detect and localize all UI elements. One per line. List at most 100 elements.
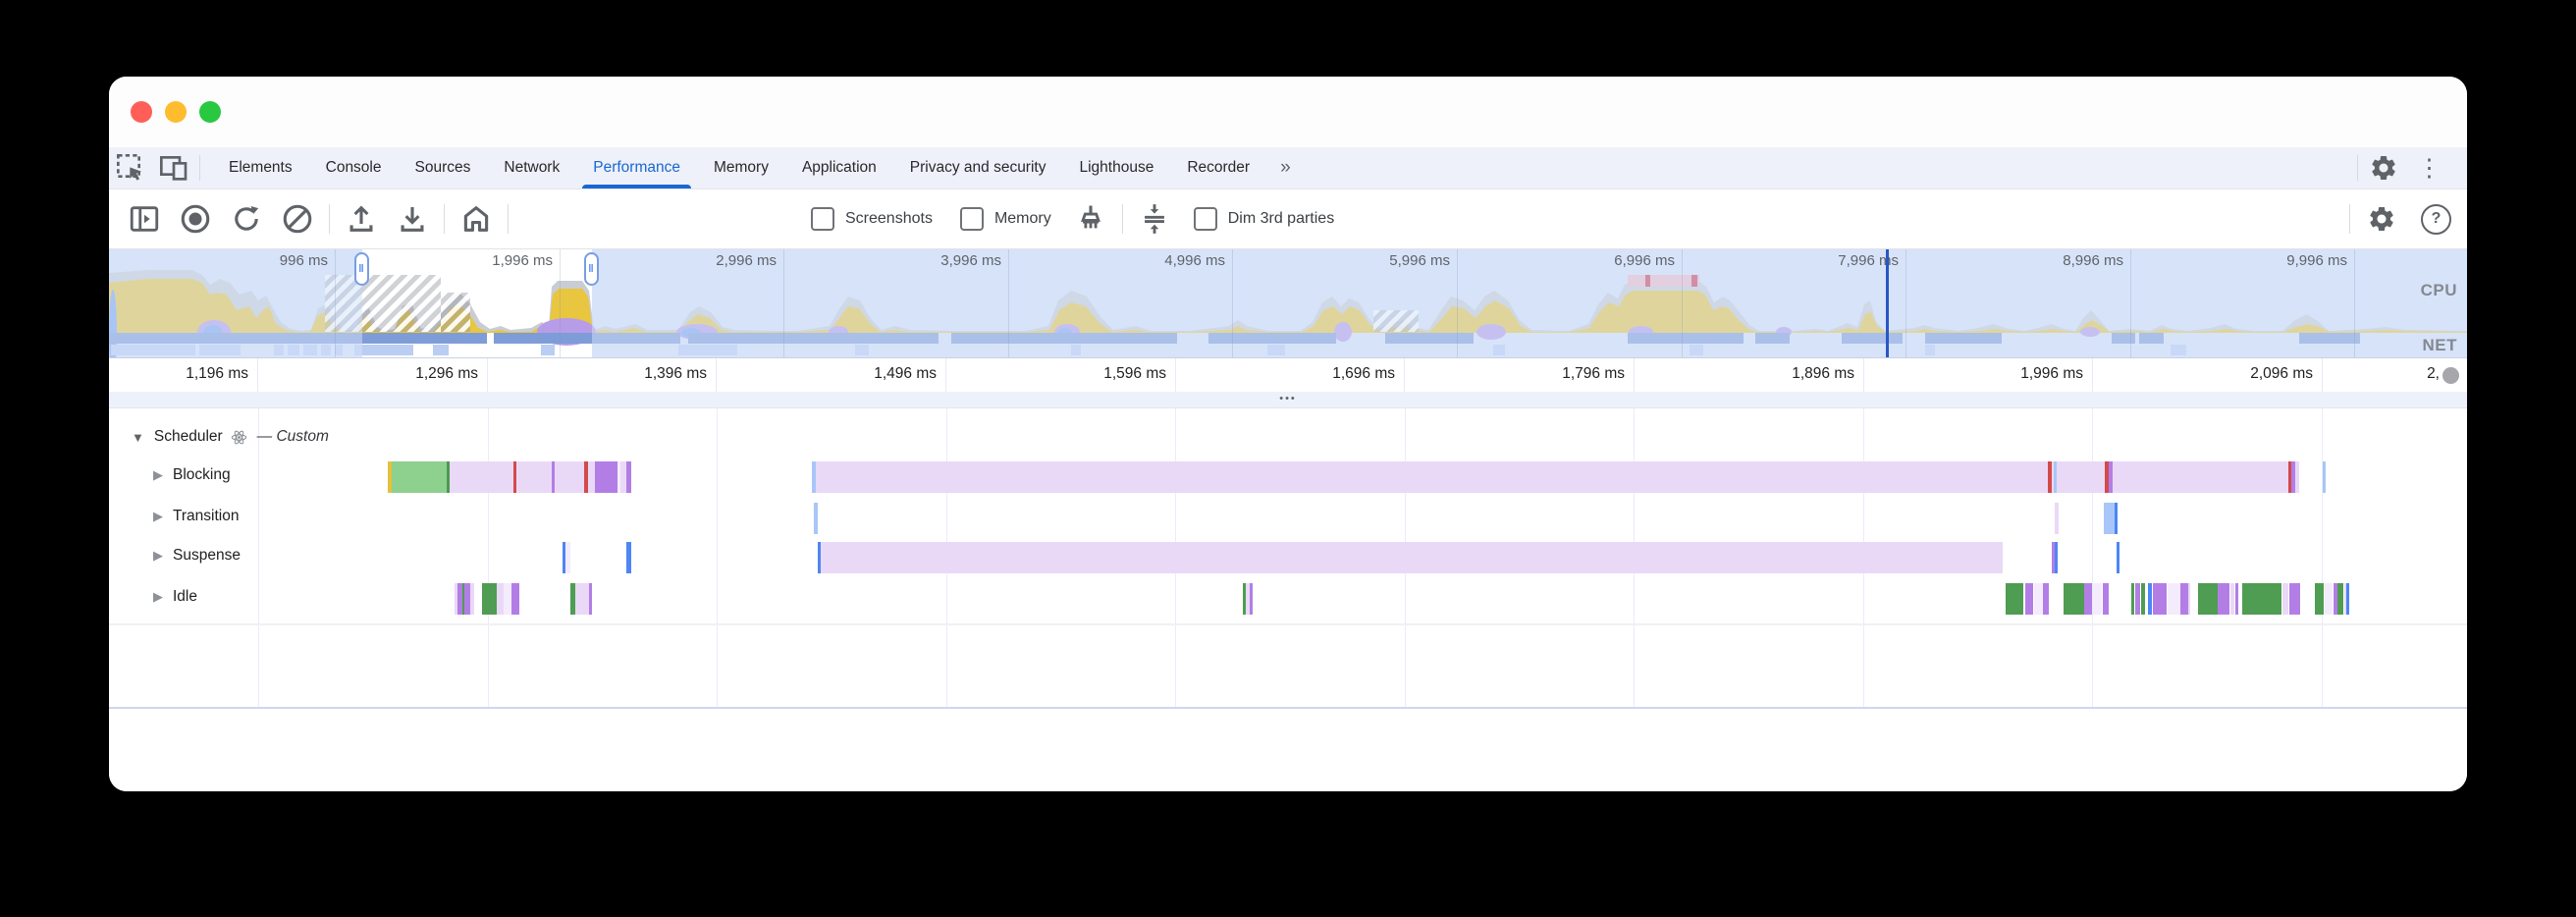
expand-triangle-icon[interactable]: ▶ bbox=[153, 509, 163, 524]
flame-bar[interactable] bbox=[2135, 583, 2140, 615]
collapse-tracks-icon[interactable] bbox=[1129, 195, 1180, 243]
flame-bar[interactable] bbox=[589, 583, 592, 615]
record-icon[interactable] bbox=[170, 195, 221, 243]
close-window-button[interactable] bbox=[131, 101, 152, 123]
tab-lighthouse[interactable]: Lighthouse bbox=[1062, 147, 1170, 189]
tab-performance[interactable]: Performance bbox=[576, 147, 697, 189]
flame-bar[interactable] bbox=[2323, 461, 2326, 493]
minimize-window-button[interactable] bbox=[165, 101, 187, 123]
flame-bar[interactable] bbox=[2103, 583, 2109, 615]
flame-bar[interactable] bbox=[2235, 583, 2238, 615]
device-toolbar-icon[interactable] bbox=[152, 148, 195, 188]
flame-bar[interactable] bbox=[2084, 583, 2092, 615]
flame-bar[interactable] bbox=[2148, 583, 2152, 615]
dim-3rd-parties-checkbox[interactable]: Dim 3rd parties bbox=[1194, 207, 1334, 231]
flame-bar[interactable] bbox=[504, 583, 511, 615]
tab-memory[interactable]: Memory bbox=[697, 147, 785, 189]
flame-bar[interactable] bbox=[2337, 583, 2343, 615]
live-metrics-home-icon[interactable] bbox=[451, 195, 502, 243]
playhead-marker[interactable] bbox=[1886, 249, 1889, 357]
inspect-element-icon[interactable] bbox=[109, 148, 152, 188]
flame-bar[interactable] bbox=[392, 461, 447, 493]
flame-bar[interactable] bbox=[816, 461, 2048, 493]
timeline-overview[interactable]: 996 ms1,996 ms2,996 ms3,996 ms4,996 ms5,… bbox=[109, 249, 2467, 358]
flame-bar[interactable] bbox=[2346, 583, 2349, 615]
flame-bar[interactable] bbox=[2006, 583, 2023, 615]
flame-bar[interactable] bbox=[821, 542, 2003, 573]
tab-elements[interactable]: Elements bbox=[212, 147, 309, 189]
capture-settings-gear-icon[interactable] bbox=[2356, 195, 2407, 243]
flame-bar[interactable] bbox=[2168, 583, 2180, 615]
expand-triangle-icon[interactable]: ▶ bbox=[153, 548, 163, 564]
settings-gear-icon[interactable] bbox=[2362, 148, 2405, 188]
flame-bar[interactable] bbox=[2242, 583, 2281, 615]
screenshots-checkbox[interactable]: Screenshots bbox=[811, 207, 933, 231]
zoom-window-button[interactable] bbox=[199, 101, 221, 123]
flame-bar[interactable] bbox=[2230, 583, 2234, 615]
flame-bar[interactable] bbox=[814, 503, 818, 534]
flame-bar[interactable] bbox=[2218, 583, 2229, 615]
help-icon[interactable]: ? bbox=[2421, 204, 2451, 235]
flame-bar[interactable] bbox=[2057, 461, 2105, 493]
more-tabs-button[interactable]: » bbox=[1266, 157, 1307, 179]
flame-bar[interactable] bbox=[2104, 503, 2115, 534]
flame-bar[interactable] bbox=[565, 542, 570, 573]
flame-bar[interactable] bbox=[2153, 583, 2167, 615]
upload-profile-icon[interactable] bbox=[336, 195, 387, 243]
flame-bar[interactable] bbox=[2282, 583, 2288, 615]
flame-bar[interactable] bbox=[2117, 542, 2120, 573]
flame-bar[interactable] bbox=[2295, 461, 2299, 493]
flame-bar[interactable] bbox=[626, 461, 631, 493]
tab-application[interactable]: Application bbox=[785, 147, 893, 189]
flame-bar[interactable] bbox=[2055, 503, 2059, 534]
flame-bar[interactable] bbox=[497, 583, 504, 615]
flame-bar[interactable] bbox=[2055, 542, 2058, 573]
track-row-suspense[interactable]: ▶Suspense bbox=[153, 547, 241, 565]
selection-handle-left[interactable]: ‖ bbox=[354, 252, 369, 286]
flame-bar[interactable] bbox=[2093, 583, 2102, 615]
flame-bar[interactable] bbox=[2113, 461, 2288, 493]
flame-bar[interactable] bbox=[2198, 583, 2218, 615]
expand-triangle-icon[interactable]: ▶ bbox=[153, 589, 163, 605]
toggle-sidebar-icon[interactable] bbox=[119, 195, 170, 243]
expand-triangle-icon[interactable]: ▶ bbox=[153, 467, 163, 483]
selection-handle-right[interactable]: ‖ bbox=[584, 252, 599, 286]
flame-chart[interactable]: ▼ Scheduler — Custom ▶Blocking ▶Transitio… bbox=[109, 408, 2467, 709]
tab-network[interactable]: Network bbox=[487, 147, 576, 189]
tab-console[interactable]: Console bbox=[309, 147, 399, 189]
reload-record-icon[interactable] bbox=[221, 195, 272, 243]
flame-bar[interactable] bbox=[2025, 583, 2033, 615]
flame-bar[interactable] bbox=[2325, 583, 2333, 615]
track-row-transition[interactable]: ▶Transition bbox=[153, 508, 239, 525]
flame-bar[interactable] bbox=[2141, 583, 2145, 615]
flame-bar[interactable] bbox=[470, 583, 474, 615]
flame-bar[interactable] bbox=[1250, 583, 1253, 615]
flame-bar[interactable] bbox=[2131, 583, 2134, 615]
flame-bar[interactable] bbox=[2115, 503, 2118, 534]
tab-recorder[interactable]: Recorder bbox=[1170, 147, 1266, 189]
flame-bar[interactable] bbox=[555, 461, 584, 493]
flame-bar[interactable] bbox=[2315, 583, 2324, 615]
flame-bar[interactable] bbox=[595, 461, 617, 493]
flame-bar[interactable] bbox=[482, 583, 497, 615]
collapse-triangle-icon[interactable]: ▼ bbox=[132, 430, 144, 445]
pane-resize-handle[interactable]: ••• bbox=[109, 392, 2467, 408]
flame-bar[interactable] bbox=[450, 461, 513, 493]
collect-garbage-icon[interactable] bbox=[1065, 195, 1116, 243]
track-row-blocking[interactable]: ▶Blocking bbox=[153, 466, 231, 484]
flame-bar[interactable] bbox=[2289, 583, 2300, 615]
clear-icon[interactable] bbox=[272, 195, 323, 243]
download-profile-icon[interactable] bbox=[387, 195, 438, 243]
track-row-idle[interactable]: ▶Idle bbox=[153, 588, 197, 606]
flame-bar[interactable] bbox=[2064, 583, 2084, 615]
flame-bar[interactable] bbox=[511, 583, 519, 615]
more-options-icon[interactable]: ⋮ bbox=[2405, 156, 2453, 181]
flame-bar[interactable] bbox=[575, 583, 589, 615]
track-header-scheduler[interactable]: ▼ Scheduler — Custom bbox=[132, 428, 329, 446]
flame-bar[interactable] bbox=[2034, 583, 2043, 615]
flame-bar[interactable] bbox=[516, 461, 552, 493]
flame-bar[interactable] bbox=[2180, 583, 2188, 615]
flame-bar[interactable] bbox=[588, 461, 595, 493]
flame-bar[interactable] bbox=[2043, 583, 2049, 615]
tab-sources[interactable]: Sources bbox=[399, 147, 488, 189]
